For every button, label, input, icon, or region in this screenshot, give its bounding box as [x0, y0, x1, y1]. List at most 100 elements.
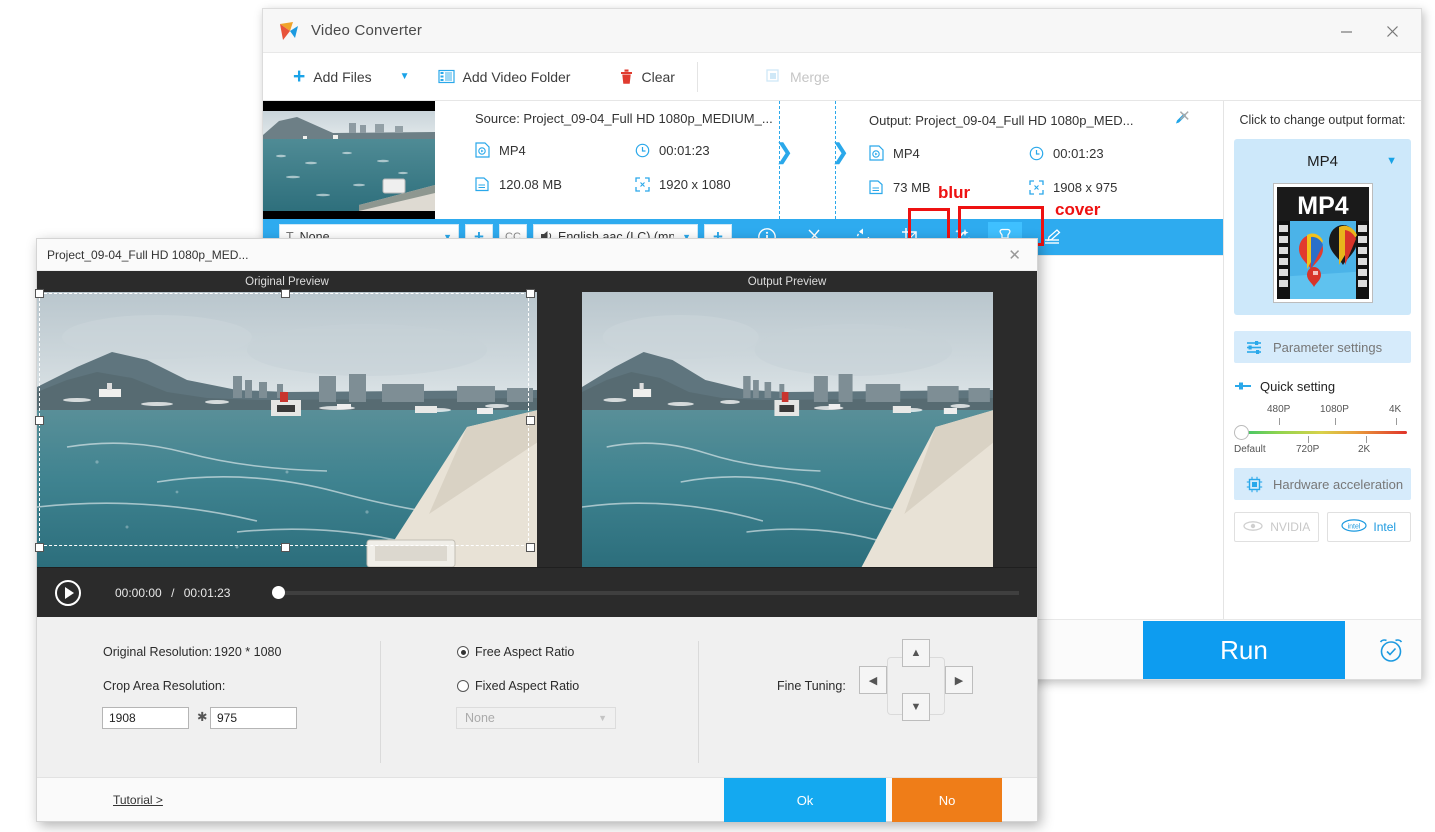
change-format-label: Click to change output format: [1239, 113, 1406, 127]
source-size: 120.08 MB [475, 176, 635, 192]
crop-handle-n[interactable] [281, 289, 290, 298]
edit-lines-icon[interactable] [1036, 222, 1070, 252]
annotation-cover-label: cover [1055, 200, 1101, 219]
output-resolution: 1908 x 975 [1029, 179, 1189, 195]
clock-icon [635, 143, 650, 158]
add-files-dropdown-icon[interactable]: ▼ [384, 71, 426, 82]
add-files-button[interactable]: + Add Files [281, 53, 384, 100]
output-preview-pane: Output Preview [537, 271, 1037, 567]
source-title: Source: Project_09-04_Full HD 1080p_MEDI… [475, 111, 773, 126]
slider-label-2k: 2K [1358, 444, 1371, 455]
free-aspect-ratio-option[interactable]: Free Aspect Ratio [457, 645, 574, 659]
crop-handle-w[interactable] [35, 416, 44, 425]
fixed-aspect-ratio-option[interactable]: Fixed Aspect Ratio [457, 679, 579, 693]
free-aspect-radio[interactable] [457, 646, 469, 658]
add-video-folder-label: Add Video Folder [462, 68, 571, 85]
multiply-symbol: ✱ [197, 710, 208, 724]
quality-slider[interactable]: 480P 1080P 4K Default 720P 2K [1234, 404, 1411, 462]
title-bar: Video Converter [263, 9, 1421, 53]
crop-width-input[interactable]: 1908 [102, 707, 189, 729]
play-circle-icon[interactable] [55, 579, 81, 606]
crop-handle-ne[interactable] [526, 289, 535, 298]
source-duration-value: 00:01:23 [659, 142, 710, 158]
parameter-settings-button[interactable]: Parameter settings [1234, 331, 1411, 363]
slider-knob[interactable] [1234, 425, 1249, 440]
run-button[interactable]: Run [1143, 621, 1345, 679]
crop-handle-s[interactable] [281, 543, 290, 552]
output-preview-label: Output Preview [747, 275, 827, 288]
hardware-acceleration-button[interactable]: Hardware acceleration [1234, 468, 1411, 500]
format-thumb-text: MP4 [1297, 192, 1349, 220]
hardware-acceleration-label: Hardware acceleration [1273, 476, 1404, 492]
intel-chip[interactable]: intel Intel [1326, 512, 1411, 542]
resize-frame-icon-2 [1029, 179, 1044, 195]
remove-file-button[interactable]: ✕ [1178, 107, 1191, 125]
crop-handle-sw[interactable] [35, 543, 44, 552]
transfer-arrow-icon: ❯ [775, 139, 794, 164]
output-size-value: 73 MB [893, 179, 931, 195]
total-time: 00:01:23 [183, 585, 231, 600]
crop-dialog-close-icon[interactable]: ✕ [1002, 246, 1027, 264]
crop-selection-rect[interactable] [35, 289, 535, 552]
svg-text:intel: intel [1348, 524, 1361, 531]
source-duration: 00:01:23 [635, 142, 795, 158]
output-resolution-value: 1908 x 975 [1053, 179, 1118, 195]
source-resolution: 1920 x 1080 [635, 176, 795, 192]
add-video-folder-button[interactable]: Add Video Folder [426, 53, 583, 100]
source-format: MP4 [475, 142, 635, 158]
crop-dialog: Project_09-04_Full HD 1080p_MED... ✕ Ori… [35, 238, 1038, 822]
document-icon [475, 176, 490, 192]
fine-tune-left-button[interactable]: ◀ [859, 666, 887, 694]
output-format-sidebar: Click to change output format: MP4 ▼ MP4 [1223, 101, 1421, 619]
add-files-label: Add Files [313, 68, 372, 85]
fine-tune-down-button[interactable]: ▼ [902, 693, 930, 721]
crop-handle-se[interactable] [526, 543, 535, 552]
chevron-down-icon-format[interactable]: ▼ [1386, 155, 1397, 167]
aspect-ratio-select[interactable]: None ▼ [456, 707, 616, 729]
crop-height-input[interactable]: 975 [210, 707, 297, 729]
minimize-button[interactable] [1323, 9, 1369, 53]
ok-button[interactable]: Ok [724, 778, 886, 822]
no-button[interactable]: No [892, 778, 1002, 822]
format-header[interactable]: MP4 ▼ [1242, 149, 1403, 173]
slider-track[interactable] [1242, 431, 1407, 434]
source-format-value: MP4 [499, 142, 526, 158]
merge-button[interactable]: Merge [754, 53, 842, 100]
format-card[interactable]: MP4 ▼ MP4 [1234, 139, 1411, 315]
output-title: Output: Project_09-04_Full HD 1080p_MED.… [869, 112, 1134, 128]
chevron-down-icon-ratio: ▼ [598, 713, 607, 723]
seek-bar[interactable] [272, 585, 1019, 600]
fine-tune-right-button[interactable]: ▶ [945, 666, 973, 694]
fine-tune-up-button[interactable]: ▲ [902, 639, 930, 667]
merge-label: Merge [789, 68, 830, 85]
fixed-aspect-label: Fixed Aspect Ratio [475, 679, 580, 693]
seek-track[interactable] [282, 590, 1019, 595]
fine-tuning-label: Fine Tuning: [777, 679, 846, 693]
original-resolution-value: 1920 * 1080 [214, 645, 282, 659]
crop-settings-body: Original Resolution: 1920 * 1080 Crop Ar… [37, 617, 1037, 802]
crop-handle-nw[interactable] [35, 289, 44, 298]
preview-area: Original Preview Output Preview [35, 271, 1037, 567]
resize-frame-icon [635, 176, 650, 192]
crop-dialog-title: Project_09-04_Full HD 1080p_MED... [47, 247, 249, 262]
slider-label-4k: 4K [1389, 404, 1402, 415]
tutorial-link[interactable]: Tutorial > [113, 793, 163, 807]
clear-button[interactable]: Clear [608, 53, 686, 100]
nvidia-label: NVIDIA [1270, 520, 1311, 534]
nvidia-chip[interactable]: NVIDIA [1234, 512, 1319, 542]
source-size-value: 120.08 MB [499, 176, 562, 192]
seek-knob[interactable] [272, 585, 286, 599]
output-info: Output: Project_09-04_Full HD 1080p_MED.… [869, 111, 1189, 195]
output-format: MP4 [869, 145, 1029, 161]
crop-dialog-footer: Tutorial > Ok No [37, 777, 1037, 822]
plus-icon: + [293, 65, 306, 88]
fixed-aspect-radio[interactable] [457, 680, 469, 692]
run-label: Run [1220, 634, 1268, 665]
close-button[interactable] [1369, 9, 1415, 53]
output-duration-value: 00:01:23 [1053, 145, 1104, 161]
clear-label: Clear [641, 68, 675, 85]
toolbar-divider [696, 61, 698, 92]
alarm-clock-icon[interactable] [1361, 621, 1421, 679]
crop-handle-e[interactable] [526, 416, 535, 425]
transfer-arrow-icon-2: ❯ [831, 139, 850, 164]
